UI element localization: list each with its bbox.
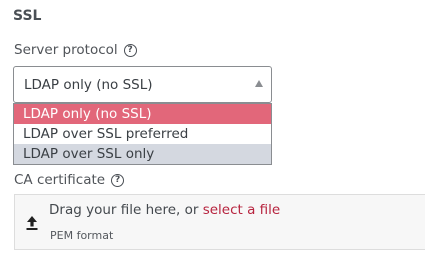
- help-icon[interactable]: ?: [111, 173, 125, 187]
- file-dropzone[interactable]: Drag your file here, or select a file PE…: [14, 194, 425, 250]
- caret-up-icon: [255, 80, 263, 87]
- option-ldap-over-ssl-preferred[interactable]: LDAP over SSL preferred: [14, 124, 271, 144]
- select-file-link[interactable]: select a file: [203, 202, 281, 218]
- dropzone-prefix: Drag your file here, or: [49, 202, 203, 218]
- upload-icon: [26, 216, 38, 230]
- select-current-value: LDAP only (no SSL): [24, 77, 153, 93]
- server-protocol-label: Server protocol ?: [14, 42, 137, 58]
- help-icon[interactable]: ?: [123, 43, 137, 57]
- dropzone-text: Drag your file here, or select a file: [49, 202, 280, 218]
- dropzone-hint: PEM format: [50, 229, 114, 242]
- ca-certificate-label: CA certificate ?: [14, 172, 125, 188]
- server-protocol-select[interactable]: LDAP only (no SSL): [13, 66, 272, 103]
- option-ldap-only[interactable]: LDAP only (no SSL): [14, 104, 271, 124]
- option-ldap-over-ssl-only[interactable]: LDAP over SSL only: [14, 144, 271, 164]
- section-title: SSL: [13, 8, 42, 24]
- ca-certificate-label-text: CA certificate: [14, 172, 106, 188]
- server-protocol-listbox: LDAP only (no SSL) LDAP over SSL preferr…: [13, 103, 272, 165]
- server-protocol-label-text: Server protocol: [14, 42, 118, 58]
